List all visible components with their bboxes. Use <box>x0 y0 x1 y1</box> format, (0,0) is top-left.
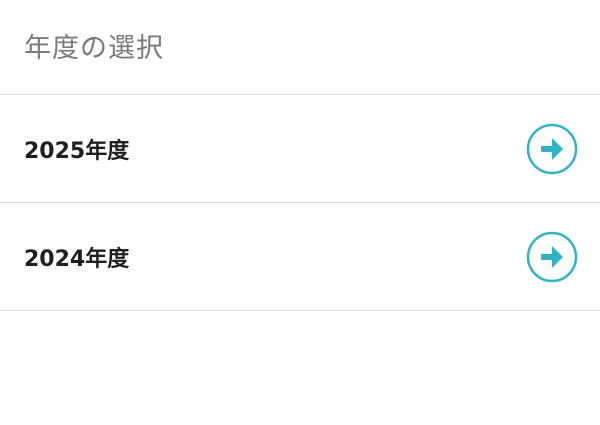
year-list: 2025年度 2024年度 <box>0 95 600 311</box>
arrow-right-circle-icon[interactable] <box>526 231 578 283</box>
page-title: 年度の選択 <box>24 33 164 64</box>
year-row-2025[interactable]: 2025年度 <box>0 95 600 203</box>
year-row-2024[interactable]: 2024年度 <box>0 203 600 311</box>
header: 年度の選択 <box>0 0 600 95</box>
year-label: 2025年度 <box>24 138 130 164</box>
arrow-right-circle-icon[interactable] <box>526 123 578 175</box>
year-label: 2024年度 <box>24 246 130 272</box>
year-selection-screen: 年度の選択 2025年度 2024年度 <box>0 0 600 425</box>
